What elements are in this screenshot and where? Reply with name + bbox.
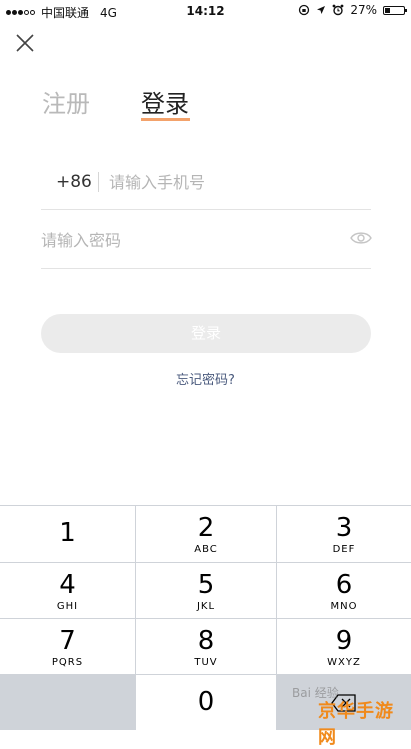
alarm-icon — [332, 4, 344, 16]
battery-percent: 27% — [350, 3, 377, 17]
key-letters: TUV — [194, 657, 218, 668]
login-button[interactable]: 登录 — [41, 314, 371, 353]
orientation-lock-icon — [299, 4, 310, 16]
key-0[interactable]: 0 — [136, 675, 276, 730]
key-digit: 6 — [335, 570, 353, 600]
divider — [41, 268, 371, 269]
key-digit: 9 — [335, 626, 353, 656]
key-8[interactable]: 8 TUV — [136, 619, 276, 674]
key-2[interactable]: 2 ABC — [136, 506, 276, 562]
key-digit: 7 — [59, 626, 76, 656]
country-code-selector[interactable]: +86 — [56, 172, 92, 192]
key-3[interactable]: 3 DEF — [277, 506, 411, 562]
key-digit: 5 — [197, 570, 215, 600]
key-digit: 1 — [59, 518, 76, 548]
key-letters: PQRS — [51, 657, 84, 668]
tab-register[interactable]: 注册 — [42, 84, 90, 119]
key-letters: JKL — [196, 601, 216, 612]
location-arrow-icon — [317, 6, 326, 14]
key-7[interactable]: 7 PQRS — [0, 619, 135, 674]
active-tab-indicator — [141, 118, 190, 121]
key-digit: 4 — [59, 570, 76, 600]
key-digit: 3 — [335, 513, 353, 543]
key-digit: 8 — [197, 626, 215, 656]
key-1[interactable]: 1 — [0, 506, 135, 562]
key-digit: 0 — [197, 687, 215, 717]
phone-input[interactable] — [109, 166, 359, 198]
key-letters: DEF — [332, 544, 356, 555]
key-letters: ABC — [194, 544, 218, 555]
battery-icon — [383, 5, 407, 15]
eye-icon[interactable] — [350, 230, 372, 246]
phone-field-row: +86 — [41, 160, 371, 208]
key-5[interactable]: 5 JKL — [136, 563, 276, 618]
close-icon[interactable] — [14, 32, 36, 54]
forgot-password-link[interactable]: 忘记密码? — [0, 369, 411, 388]
key-4[interactable]: 4 GHI — [0, 563, 135, 618]
status-bar: 中国联通 4G 14:12 27% — [0, 0, 411, 22]
key-digit: 2 — [197, 513, 215, 543]
key-9[interactable]: 9 WXYZ — [277, 619, 411, 674]
status-right: 27% — [298, 3, 407, 17]
battery-fill — [385, 7, 390, 13]
keypad-blank-key — [0, 675, 135, 730]
key-letters: GHI — [56, 601, 79, 612]
site-watermark: 京华手游网 — [318, 701, 394, 748]
key-letters: WXYZ — [327, 657, 361, 668]
key-6[interactable]: 6 MNO — [277, 563, 411, 618]
key-letters: MNO — [330, 601, 358, 612]
divider — [41, 209, 371, 210]
divider — [98, 172, 99, 192]
tab-login[interactable]: 登录 — [141, 84, 189, 119]
password-input[interactable] — [41, 224, 331, 256]
